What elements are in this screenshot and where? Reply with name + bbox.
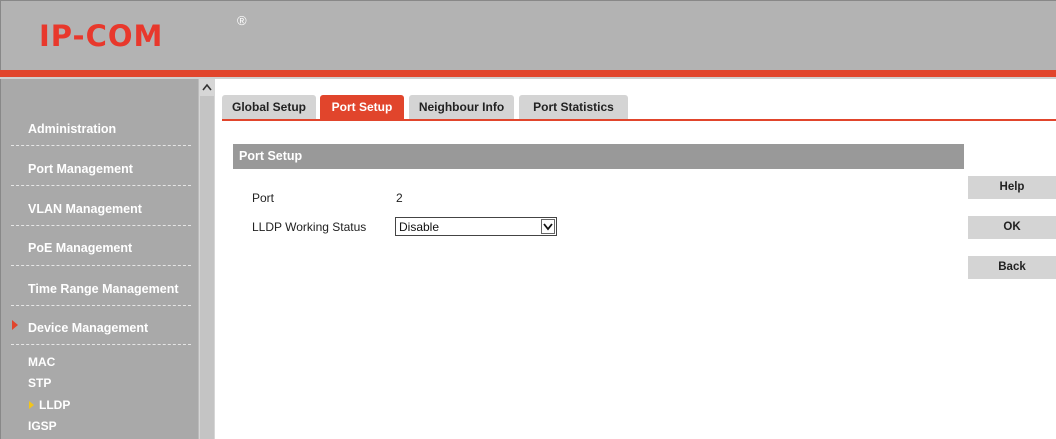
sidebar-item-time-range-management[interactable]: Time Range Management bbox=[28, 279, 188, 299]
sidebar-divider bbox=[11, 185, 191, 186]
help-button[interactable]: Help bbox=[968, 176, 1056, 199]
back-button[interactable]: Back bbox=[968, 256, 1056, 279]
ok-button[interactable]: OK bbox=[968, 216, 1056, 239]
sidebar-scrollbar[interactable] bbox=[198, 79, 215, 439]
sidebar-divider bbox=[11, 225, 191, 226]
sidebar-item-poe-management[interactable]: PoE Management bbox=[28, 238, 188, 258]
sidebar-item-administration[interactable]: Administration bbox=[28, 119, 188, 139]
ip-com-logo: IP-COM bbox=[39, 19, 164, 53]
tab-underline bbox=[222, 119, 1056, 121]
sidebar-divider bbox=[11, 145, 191, 146]
scroll-thumb[interactable] bbox=[200, 96, 214, 439]
lldp-status-select[interactable]: Disable bbox=[395, 217, 557, 236]
tab-port-setup[interactable]: Port Setup bbox=[320, 95, 404, 120]
tab-port-statistics[interactable]: Port Statistics bbox=[519, 95, 628, 120]
sidebar-divider bbox=[11, 265, 191, 266]
tab-neighbour-info[interactable]: Neighbour Info bbox=[409, 95, 514, 120]
sidebar-subitem-mac[interactable]: MAC bbox=[28, 353, 55, 371]
sidebar-item-vlan-management[interactable]: VLAN Management bbox=[28, 199, 188, 219]
sidebar: Administration Port Management VLAN Mana… bbox=[0, 79, 198, 439]
sidebar-divider bbox=[11, 305, 191, 306]
selected-arrow-icon bbox=[29, 401, 34, 409]
header-accent-bar bbox=[0, 70, 1056, 77]
sidebar-subitem-lldp[interactable]: LLDP bbox=[39, 396, 70, 414]
header: IP-COM ® bbox=[0, 0, 1056, 70]
registered-mark: ® bbox=[237, 13, 247, 28]
panel-title: Port Setup bbox=[233, 144, 964, 169]
tab-global-setup[interactable]: Global Setup bbox=[222, 95, 316, 120]
sidebar-divider bbox=[11, 344, 191, 345]
scroll-up-icon[interactable] bbox=[199, 79, 215, 95]
chevron-down-icon[interactable] bbox=[541, 219, 555, 234]
sidebar-subitem-igsp[interactable]: IGSP bbox=[28, 417, 57, 435]
expand-arrow-icon bbox=[12, 320, 18, 330]
sidebar-item-device-management[interactable]: Device Management bbox=[28, 318, 188, 338]
port-value: 2 bbox=[396, 191, 403, 205]
lldp-status-label: LLDP Working Status bbox=[252, 220, 367, 234]
lldp-status-value: Disable bbox=[399, 220, 440, 234]
sidebar-subitem-stp[interactable]: STP bbox=[28, 374, 51, 392]
sidebar-item-port-management[interactable]: Port Management bbox=[28, 159, 188, 179]
port-label: Port bbox=[252, 191, 275, 205]
